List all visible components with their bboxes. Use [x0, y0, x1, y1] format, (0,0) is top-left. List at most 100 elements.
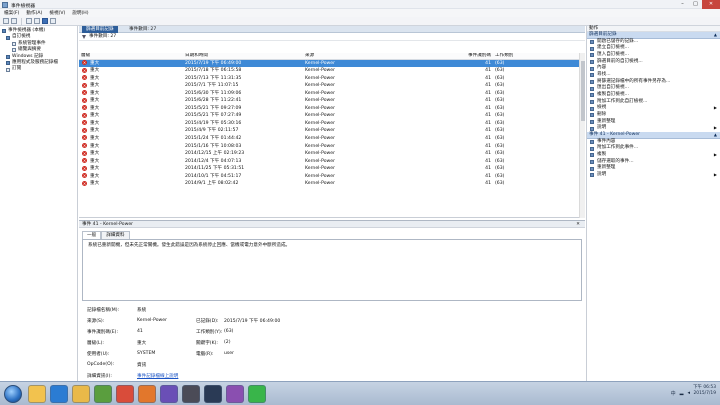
table-row[interactable]: × 重大 2014/12/15 上午 02:19:23 Kernel-Power 41(…	[79, 150, 579, 158]
ime-indicator[interactable]: 中	[671, 390, 676, 397]
steam-icon[interactable]	[204, 385, 222, 403]
folder-icon[interactable]	[72, 385, 90, 403]
table-row[interactable]: × 重大 2015/7/1 下午 11:07:15 Kernel-Power 41 (63…	[79, 82, 579, 90]
action-item[interactable]: 附加工作到此事件...	[587, 145, 720, 152]
filter-icon	[12, 41, 16, 46]
app2-icon[interactable]	[226, 385, 244, 403]
filter-icon	[590, 46, 594, 51]
column-task[interactable]: 工作類別	[495, 53, 579, 59]
cell-task: (63)	[495, 135, 505, 141]
cell-datetime: 2015/1/24 下午 01:44:42	[185, 135, 242, 141]
cell-level: × 重大	[79, 82, 185, 90]
cell-source: Kernel-Power	[305, 143, 335, 149]
grid-scrollbar[interactable]	[579, 53, 585, 218]
online-help-link[interactable]: 事件記錄檔線上說明	[137, 373, 178, 379]
error-icon: ×	[82, 105, 87, 111]
column-source[interactable]: 來源	[305, 53, 460, 59]
table-row[interactable]: × 重大 2015/6/28 下午 11:22:41 Kernel-Power 41 (6…	[79, 97, 579, 105]
action-item[interactable]: 附加工作到此自訂檢視...	[587, 99, 720, 106]
cell-source: Kernel-Power	[305, 105, 335, 111]
error-icon: ×	[82, 135, 87, 141]
show-hide-tree-icon[interactable]	[34, 18, 40, 24]
tab-details[interactable]: 詳細資料	[101, 231, 130, 239]
table-row[interactable]: × 重大 2015/7/19 下午 06:49:00 Kernel-Power 41 (6…	[79, 59, 579, 68]
action-item[interactable]: 複製 ▶	[587, 152, 720, 159]
cell-source: Kernel-Power	[305, 173, 335, 179]
table-row[interactable]: × 重大 2015/1/16 下午 10:08:03 Kernel-Power 41 (6…	[79, 143, 579, 151]
pane-header: 篩選目前記錄 事件數目: 27	[79, 26, 585, 33]
table-row[interactable]: × 重大 2014/12/4 下午 04:07:13 Kernel-Power 41 (6…	[79, 158, 579, 166]
detail-close-icon[interactable]: ✕	[576, 221, 580, 228]
menu-action[interactable]: 動作(A)	[26, 10, 42, 16]
action-item[interactable]: 匯入自訂檢視...	[587, 52, 720, 59]
cell-event-id: 41	[485, 68, 491, 74]
show-actions-icon[interactable]	[50, 18, 56, 24]
minimize-button[interactable]: –	[676, 0, 689, 9]
action-item[interactable]: 複製自訂檢視...	[587, 92, 720, 99]
actions-pane: 動作 篩選目前記錄 ▲ 開啟已儲存的記錄... 建立自訂檢視... 匯入自訂檢視...…	[586, 26, 720, 381]
action-item[interactable]: 檢視 ▶	[587, 105, 720, 112]
folder-icon	[6, 54, 10, 59]
column-level[interactable]: 層級	[79, 53, 185, 59]
line-icon[interactable]	[248, 385, 266, 403]
table-row[interactable]: × 重大 2015/4/19 下午 05:30:16 Kernel-Power 41 (6…	[79, 120, 579, 128]
tree-item-subscriptions[interactable]: 訂閱	[0, 66, 77, 72]
table-row[interactable]: × 重大 2015/5/21 下午 07:27:49 Kernel-Power 41 (6…	[79, 112, 579, 120]
action-item[interactable]: 說明 ▶	[587, 172, 720, 179]
cell-task: (63)	[495, 113, 505, 119]
menu-file[interactable]: 檔案(F)	[4, 10, 19, 16]
vs-icon[interactable]	[160, 385, 178, 403]
table-row[interactable]: × 重大 2015/1/24 下午 01:44:42 Kernel-Power 41 (6…	[79, 135, 579, 143]
open-log-icon	[590, 39, 594, 44]
cell-event-id: 41	[485, 60, 491, 66]
prop-value: 2015/7/19 下午 06:49:00	[224, 319, 281, 324]
action-item[interactable]: 內容	[587, 65, 720, 72]
error-icon: ×	[82, 90, 87, 96]
menu-view[interactable]: 檢視(V)	[49, 10, 65, 16]
action-item[interactable]: 尋找...	[587, 72, 720, 79]
cell-task: (63)	[495, 60, 505, 66]
tab-general[interactable]: 一般	[82, 231, 102, 239]
forward-icon[interactable]	[11, 18, 17, 24]
media-icon[interactable]	[94, 385, 112, 403]
cell-source: Kernel-Power	[305, 151, 335, 157]
menu-help[interactable]: 說明(H)	[72, 10, 88, 16]
table-row[interactable]: × 重大 2015/7/18 下午 06:15:58 Kernel-Power 41 (6…	[79, 67, 579, 75]
table-row[interactable]: × 重大 2014/9/1 上午 08:02:42 Kernel-Power 41 (63…	[79, 180, 579, 188]
volume-icon[interactable]: ◂	[687, 390, 690, 397]
action-item[interactable]: 重新整理	[587, 165, 720, 172]
error-icon: ×	[82, 143, 87, 149]
column-event-id[interactable]: 事件識別碼	[460, 53, 495, 59]
start-button[interactable]	[4, 385, 22, 403]
help-icon[interactable]	[42, 18, 48, 24]
app-icon[interactable]	[182, 385, 200, 403]
table-row[interactable]: × 重大 2014/10/1 下午 04:51:17 Kernel-Power 41 (6…	[79, 173, 579, 181]
firefox-icon[interactable]	[138, 385, 156, 403]
network-icon[interactable]: ▂	[680, 390, 684, 397]
detail-tabs: 一般 詳細資料	[82, 231, 585, 239]
prop-label: OpCode(O):	[87, 362, 115, 367]
up-folder-icon[interactable]	[26, 18, 32, 24]
action-item[interactable]: 刪除	[587, 112, 720, 119]
action-item[interactable]: 重新整理	[587, 119, 720, 126]
level-text: 重大	[90, 98, 100, 104]
close-button[interactable]: ✕	[702, 0, 720, 9]
cell-source: Kernel-Power	[305, 90, 335, 96]
explorer-icon[interactable]	[28, 385, 46, 403]
table-row[interactable]: × 重大 2015/7/13 下午 11:31:35 Kernel-Power 41 (6…	[79, 75, 579, 83]
column-datetime[interactable]: 日期和時間	[185, 53, 305, 59]
chrome-icon[interactable]	[116, 385, 134, 403]
clock[interactable]: 下午 06:53 2015/7/19	[693, 385, 716, 397]
maximize-button[interactable]: □	[689, 0, 702, 9]
back-icon[interactable]	[3, 18, 9, 24]
table-row[interactable]: × 重大 2015/6/30 下午 11:09:06 Kernel-Power 41 (6…	[79, 90, 579, 98]
table-row[interactable]: × 重大 2015/4/9 下午 02:11:57 Kernel-Power 41 (63…	[79, 127, 579, 135]
action-item[interactable]: 篩選目前的自訂檢視...	[587, 59, 720, 66]
action-item[interactable]: 匯出自訂檢視...	[587, 85, 720, 92]
ie-icon[interactable]	[50, 385, 68, 403]
table-row[interactable]: × 重大 2015/5/21 下午 09:27:09 Kernel-Power 41 (6…	[79, 105, 579, 113]
cell-source: Kernel-Power	[305, 60, 335, 66]
table-row[interactable]: × 重大 2014/11/25 下午 05:31:51 Kernel-Power 41(…	[79, 165, 579, 173]
scrollbar-thumb[interactable]	[581, 61, 585, 121]
action-item[interactable]: 建立自訂檢視...	[587, 45, 720, 52]
